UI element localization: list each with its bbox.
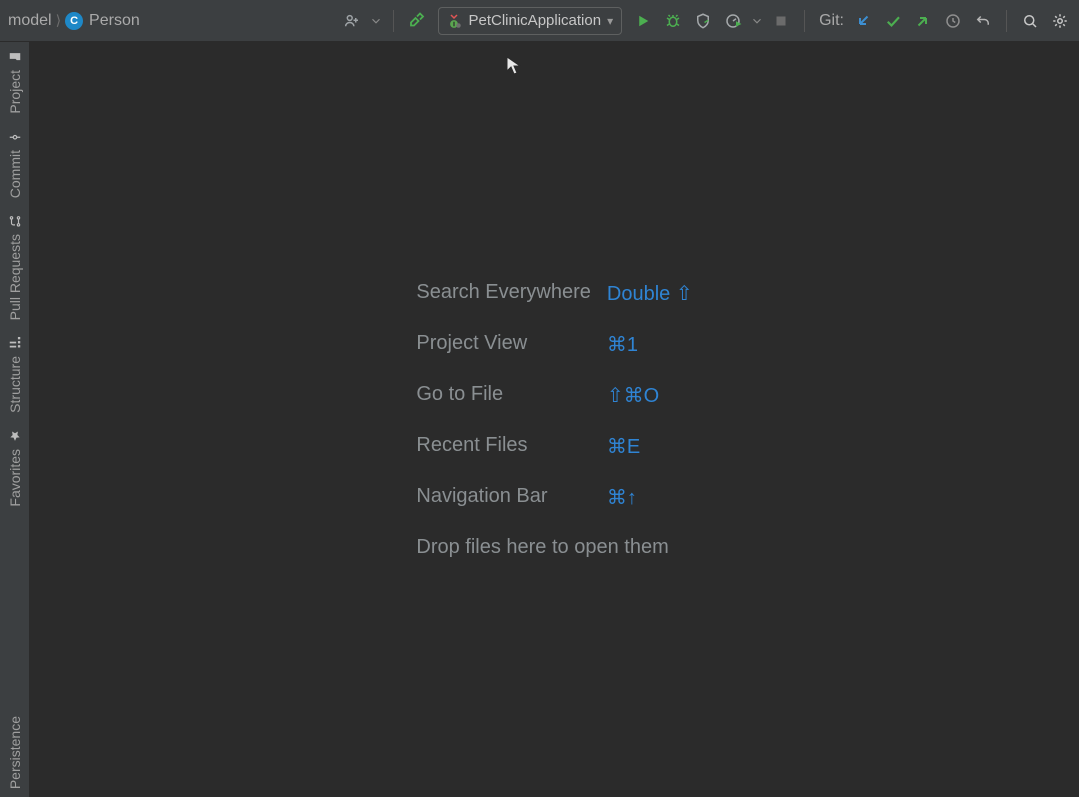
chevron-down-icon: ▾ (607, 14, 613, 28)
editor-empty-state[interactable]: Search Everywhere Double ⇧ Project View … (30, 42, 1079, 797)
toolbar-separator (1006, 10, 1007, 32)
search-everywhere-button[interactable] (1017, 8, 1043, 34)
hint-shortcut: ⇧⌘O (607, 383, 659, 408)
run-configuration-selector[interactable]: PetClinicApplication ▾ (438, 7, 623, 35)
main-toolbar: model ⟩ C Person PetClinicApplication (0, 0, 1079, 42)
tool-window-tab-label: Favorites (7, 449, 23, 507)
debug-button[interactable] (660, 8, 686, 34)
dropdown-caret-icon[interactable] (750, 8, 764, 34)
hint-label: Go to File (416, 383, 503, 408)
code-with-me-button[interactable] (339, 8, 365, 34)
tool-window-tab-label: Pull Requests (7, 234, 23, 320)
vcs-history-button[interactable] (940, 8, 966, 34)
tool-window-tab-commit[interactable]: Commit (7, 122, 23, 206)
folder-icon (8, 50, 22, 64)
build-hammer-button[interactable] (404, 8, 430, 34)
run-configuration-label: PetClinicApplication (469, 12, 602, 29)
hint-shortcut: ⌘1 (607, 332, 638, 357)
hint-shortcut: ⌘E (607, 434, 640, 459)
hint-label: Navigation Bar (416, 485, 547, 510)
toolbar-separator (393, 10, 394, 32)
vcs-update-button[interactable] (850, 8, 876, 34)
tool-window-tab-label: Commit (7, 150, 23, 198)
run-button[interactable] (630, 8, 656, 34)
breadcrumb-segment[interactable]: Person (89, 12, 140, 30)
vcs-rollback-button[interactable] (970, 8, 996, 34)
vcs-push-button[interactable] (910, 8, 936, 34)
stop-button[interactable] (768, 8, 794, 34)
hint-label: Drop files here to open them (416, 536, 668, 559)
tool-window-tab-pull-requests[interactable]: Pull Requests (7, 206, 23, 328)
tool-window-tab-label: Structure (7, 356, 23, 413)
tool-window-tab-label: Persistence (7, 716, 23, 789)
run-with-coverage-button[interactable] (690, 8, 716, 34)
hint-label: Search Everywhere (416, 281, 591, 306)
hint-label: Project View (416, 332, 527, 357)
breadcrumb-segment[interactable]: model (8, 12, 52, 30)
left-tool-window-bar: Project Commit Pull Requests Structure F… (0, 42, 30, 797)
tool-window-tab-structure[interactable]: Structure (7, 328, 23, 421)
breadcrumb[interactable]: model ⟩ C Person (8, 12, 140, 30)
tool-window-tab-project[interactable]: Project (7, 42, 23, 122)
structure-icon (8, 336, 22, 350)
star-icon (8, 429, 22, 443)
editor-hints: Search Everywhere Double ⇧ Project View … (416, 281, 692, 559)
vcs-commit-button[interactable] (880, 8, 906, 34)
commit-icon (8, 130, 22, 144)
profile-button[interactable] (720, 8, 746, 34)
vcs-label: Git: (819, 12, 844, 30)
chevron-right-icon: ⟩ (56, 12, 61, 29)
spring-boot-icon (445, 12, 463, 30)
dropdown-caret-icon[interactable] (369, 8, 383, 34)
hint-shortcut: ⌘↑ (607, 485, 637, 510)
pull-request-icon (8, 214, 22, 228)
tool-window-tab-favorites[interactable]: Favorites (7, 421, 23, 515)
tool-window-tab-persistence[interactable]: Persistence (7, 708, 23, 797)
tool-window-tab-label: Project (7, 70, 23, 114)
hint-shortcut: Double ⇧ (607, 281, 693, 306)
hint-label: Recent Files (416, 434, 527, 459)
class-icon: C (65, 12, 83, 30)
toolbar-separator (804, 10, 805, 32)
settings-button[interactable] (1047, 8, 1073, 34)
